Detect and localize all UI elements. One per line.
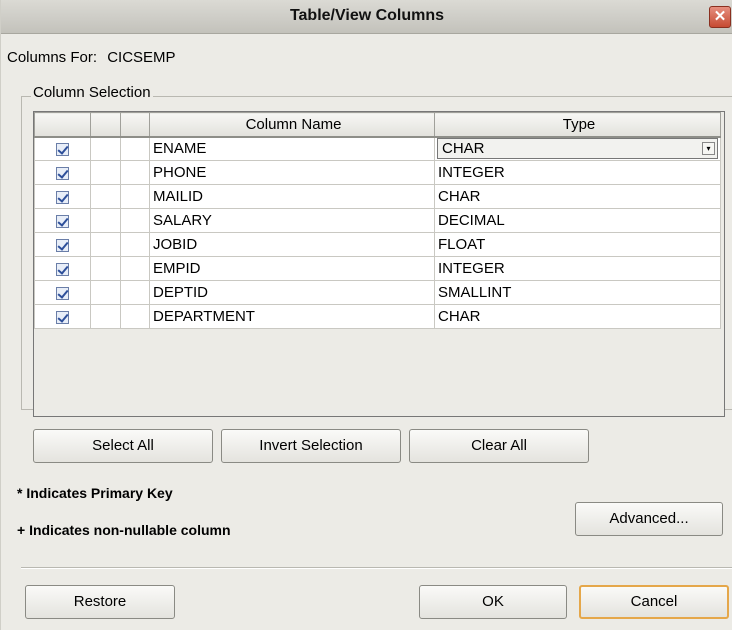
select-all-button[interactable]: Select All: [33, 429, 213, 463]
columns-for-value: CICSEMP: [107, 49, 176, 66]
checkbox-checked-icon[interactable]: [56, 166, 69, 180]
columns-for-caption: Columns For:: [7, 49, 98, 66]
header-flag-2[interactable]: [120, 112, 150, 138]
type-cell[interactable]: CHAR ▾: [434, 136, 721, 161]
footer-divider: [21, 567, 732, 569]
table-header-row: Column Name Type: [34, 112, 721, 138]
type-cell[interactable]: CHAR: [434, 304, 721, 329]
restore-button[interactable]: Restore: [25, 585, 175, 619]
type-cell[interactable]: INTEGER: [434, 256, 721, 281]
header-select[interactable]: [34, 112, 91, 138]
flag-cell-2[interactable]: [120, 136, 150, 161]
non-nullable-note: + Indicates non-nullable column: [17, 522, 231, 538]
type-cell[interactable]: SMALLINT: [434, 280, 721, 305]
select-cell[interactable]: [34, 232, 91, 257]
close-icon[interactable]: ✕: [709, 6, 731, 28]
checkbox-checked-icon[interactable]: [56, 142, 69, 156]
column-name-cell[interactable]: DEPTID: [149, 280, 435, 305]
dialog-title: Table/View Columns: [289, 7, 445, 24]
type-cell[interactable]: DECIMAL: [434, 208, 721, 233]
title-bar[interactable]: Table/View Columns ✕: [1, 0, 732, 34]
header-type[interactable]: Type: [434, 112, 721, 138]
flag-cell-2[interactable]: [120, 232, 150, 257]
dropdown-arrow-icon[interactable]: ▾: [702, 142, 715, 156]
table-row[interactable]: MAILID CHAR: [34, 184, 721, 209]
flag-cell-2[interactable]: [120, 208, 150, 233]
select-cell[interactable]: [34, 160, 91, 185]
clear-all-button[interactable]: Clear All: [409, 429, 589, 463]
column-name-cell[interactable]: SALARY: [149, 208, 435, 233]
checkbox-checked-icon[interactable]: [56, 286, 69, 300]
checkbox-checked-icon[interactable]: [56, 310, 69, 324]
flag-cell-1[interactable]: [90, 184, 121, 209]
checkbox-checked-icon[interactable]: [56, 238, 69, 252]
flag-cell-1[interactable]: [90, 304, 121, 329]
advanced-button[interactable]: Advanced...: [575, 502, 723, 536]
column-name-cell[interactable]: MAILID: [149, 184, 435, 209]
header-column-name[interactable]: Column Name: [149, 112, 435, 138]
checkbox-checked-icon[interactable]: [56, 262, 69, 276]
column-name-cell[interactable]: EMPID: [149, 256, 435, 281]
flag-cell-2[interactable]: [120, 256, 150, 281]
flag-cell-2[interactable]: [120, 280, 150, 305]
flag-cell-1[interactable]: [90, 160, 121, 185]
primary-key-note: * Indicates Primary Key: [17, 485, 173, 501]
type-cell[interactable]: INTEGER: [434, 160, 721, 185]
ok-button[interactable]: OK: [419, 585, 567, 619]
flag-cell-2[interactable]: [120, 184, 150, 209]
checkbox-checked-icon[interactable]: [56, 190, 69, 204]
columns-grid: Column Name Type ENAME CHAR ▾ PHONE INTEGER M…: [34, 112, 721, 329]
flag-cell-1[interactable]: [90, 136, 121, 161]
select-cell[interactable]: [34, 184, 91, 209]
table-row[interactable]: ENAME CHAR ▾: [34, 136, 721, 161]
table-row[interactable]: SALARY DECIMAL: [34, 208, 721, 233]
select-cell[interactable]: [34, 208, 91, 233]
flag-cell-1[interactable]: [90, 208, 121, 233]
invert-selection-button[interactable]: Invert Selection: [221, 429, 401, 463]
flag-cell-2[interactable]: [120, 160, 150, 185]
flag-cell-1[interactable]: [90, 232, 121, 257]
select-cell[interactable]: [34, 304, 91, 329]
columns-table[interactable]: Column Name Type ENAME CHAR ▾ PHONE INTEGER M…: [33, 111, 725, 417]
select-cell[interactable]: [34, 256, 91, 281]
column-selection-legend: Column Selection: [31, 84, 153, 101]
column-name-cell[interactable]: JOBID: [149, 232, 435, 257]
type-combo[interactable]: CHAR ▾: [437, 138, 718, 160]
select-cell[interactable]: [34, 280, 91, 305]
column-name-cell[interactable]: ENAME: [149, 136, 435, 161]
flag-cell-1[interactable]: [90, 280, 121, 305]
table-row[interactable]: EMPID INTEGER: [34, 256, 721, 281]
flag-cell-2[interactable]: [120, 304, 150, 329]
column-name-cell[interactable]: PHONE: [149, 160, 435, 185]
table-view-columns-dialog: Table/View Columns ✕ Columns For: CICSEM…: [0, 0, 732, 630]
table-row[interactable]: DEPTID SMALLINT: [34, 280, 721, 305]
cancel-button[interactable]: Cancel: [579, 585, 729, 619]
select-cell[interactable]: [34, 136, 91, 161]
type-cell[interactable]: CHAR: [434, 184, 721, 209]
table-row[interactable]: DEPARTMENT CHAR: [34, 304, 721, 329]
columns-for-label: Columns For: CICSEMP: [7, 49, 176, 66]
type-combo-value: CHAR: [442, 140, 485, 158]
column-name-cell[interactable]: DEPARTMENT: [149, 304, 435, 329]
table-row[interactable]: JOBID FLOAT: [34, 232, 721, 257]
flag-cell-1[interactable]: [90, 256, 121, 281]
checkbox-checked-icon[interactable]: [56, 214, 69, 228]
header-flag-1[interactable]: [90, 112, 121, 138]
type-cell[interactable]: FLOAT: [434, 232, 721, 257]
table-row[interactable]: PHONE INTEGER: [34, 160, 721, 185]
